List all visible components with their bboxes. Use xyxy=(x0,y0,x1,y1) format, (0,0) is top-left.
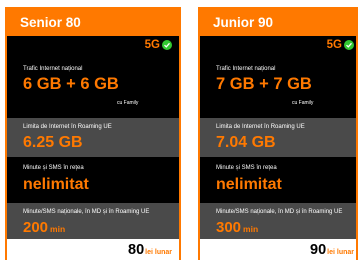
5g-badge: 5G xyxy=(327,39,354,51)
check-circle-icon xyxy=(162,40,172,50)
roaming-label: Limita de Internet în Roaming UE xyxy=(216,124,305,130)
minutes-label: Minute și SMS în rețea xyxy=(23,165,84,171)
national-value: 200 xyxy=(23,219,49,236)
price-bar: 90lei lunar xyxy=(200,239,356,260)
internet-section: Trafic Internet național 6 GB + 6 GB cu … xyxy=(7,52,179,118)
5g-label: 5G xyxy=(144,39,160,51)
national-minutes-section: Minute/SMS naționale, în MD și în Roamin… xyxy=(200,203,356,239)
internet-label: Trafic Internet național xyxy=(216,66,276,72)
price-value: 90 xyxy=(310,242,327,258)
plan-card-junior-90[interactable]: Junior 90 5G Trafic Internet național 7 … xyxy=(198,7,358,260)
price-unit: lei lunar xyxy=(145,249,172,256)
plan-title: Junior 90 xyxy=(200,9,356,36)
check-circle-icon xyxy=(344,40,354,50)
minutes-value: nelimitat xyxy=(23,176,89,193)
roaming-value: 7.04 GB xyxy=(216,134,276,151)
roaming-section: Limita de Internet în Roaming UE 7.04 GB xyxy=(200,118,356,157)
internet-label: Trafic Internet național xyxy=(23,66,83,72)
roaming-label: Limita de Internet în Roaming UE xyxy=(23,124,112,130)
5g-badge: 5G xyxy=(145,39,172,51)
price-bar: 80lei lunar xyxy=(7,239,179,260)
price-unit: lei lunar xyxy=(327,249,354,256)
minutes-value: nelimitat xyxy=(216,176,282,193)
price-value: 80 xyxy=(128,242,145,258)
5g-label: 5G xyxy=(326,39,342,51)
national-label: Minute/SMS naționale, în MD și în Roamin… xyxy=(23,209,150,215)
family-note: cu Family xyxy=(292,100,314,106)
internet-section: Trafic Internet național 7 GB + 7 GB cu … xyxy=(200,52,356,118)
national-value: 300 xyxy=(216,219,242,236)
national-value-wrap: 200 min xyxy=(23,220,65,235)
minutes-label: Minute și SMS în rețea xyxy=(216,165,277,171)
roaming-value: 6.25 GB xyxy=(23,134,83,151)
national-unit: min xyxy=(243,224,259,234)
national-value-wrap: 300 min xyxy=(216,220,258,235)
family-note: cu Family xyxy=(117,100,139,106)
national-label: Minute/SMS naționale, în MD și în Roamin… xyxy=(216,209,343,215)
minutes-section: Minute și SMS în rețea nelimitat xyxy=(200,157,356,203)
national-unit: min xyxy=(50,224,66,234)
roaming-section: Limita de Internet în Roaming UE 6.25 GB xyxy=(7,118,179,157)
internet-value: 7 GB + 7 GB xyxy=(216,75,312,93)
plan-title: Senior 80 xyxy=(7,9,179,36)
internet-value: 6 GB + 6 GB xyxy=(23,75,119,93)
national-minutes-section: Minute/SMS naționale, în MD și în Roamin… xyxy=(7,203,179,239)
plan-card-senior-80[interactable]: Senior 80 5G Trafic Internet național 6 … xyxy=(5,7,181,260)
minutes-section: Minute și SMS în rețea nelimitat xyxy=(7,157,179,203)
